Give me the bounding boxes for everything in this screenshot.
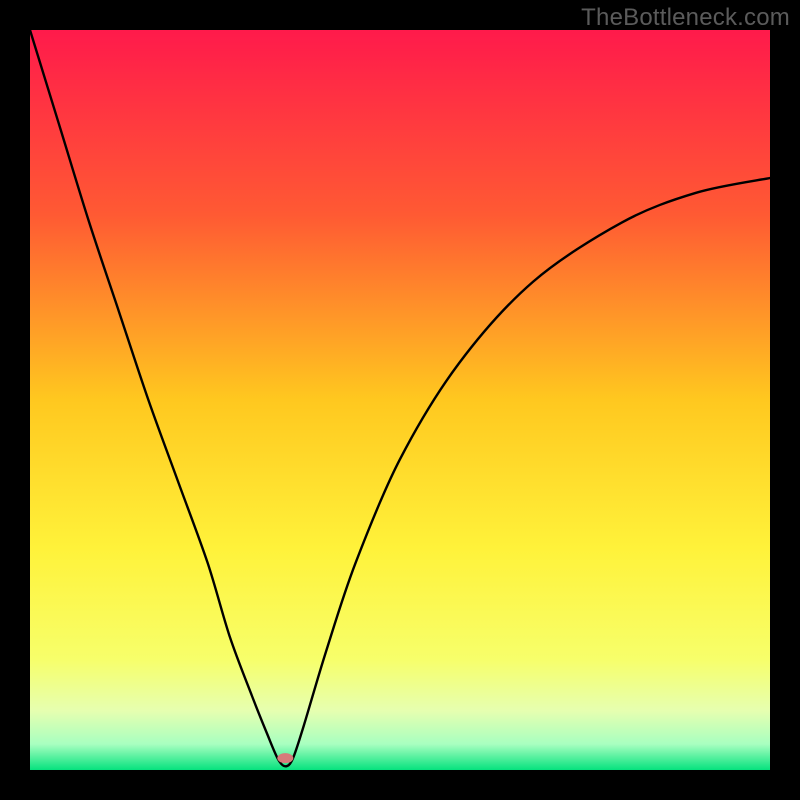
- chart-frame: TheBottleneck.com: [0, 0, 800, 800]
- plot-area: [30, 30, 770, 770]
- gradient-background: [30, 30, 770, 770]
- min-marker: [277, 753, 293, 763]
- watermark-text: TheBottleneck.com: [581, 4, 790, 32]
- chart-svg: [30, 30, 770, 770]
